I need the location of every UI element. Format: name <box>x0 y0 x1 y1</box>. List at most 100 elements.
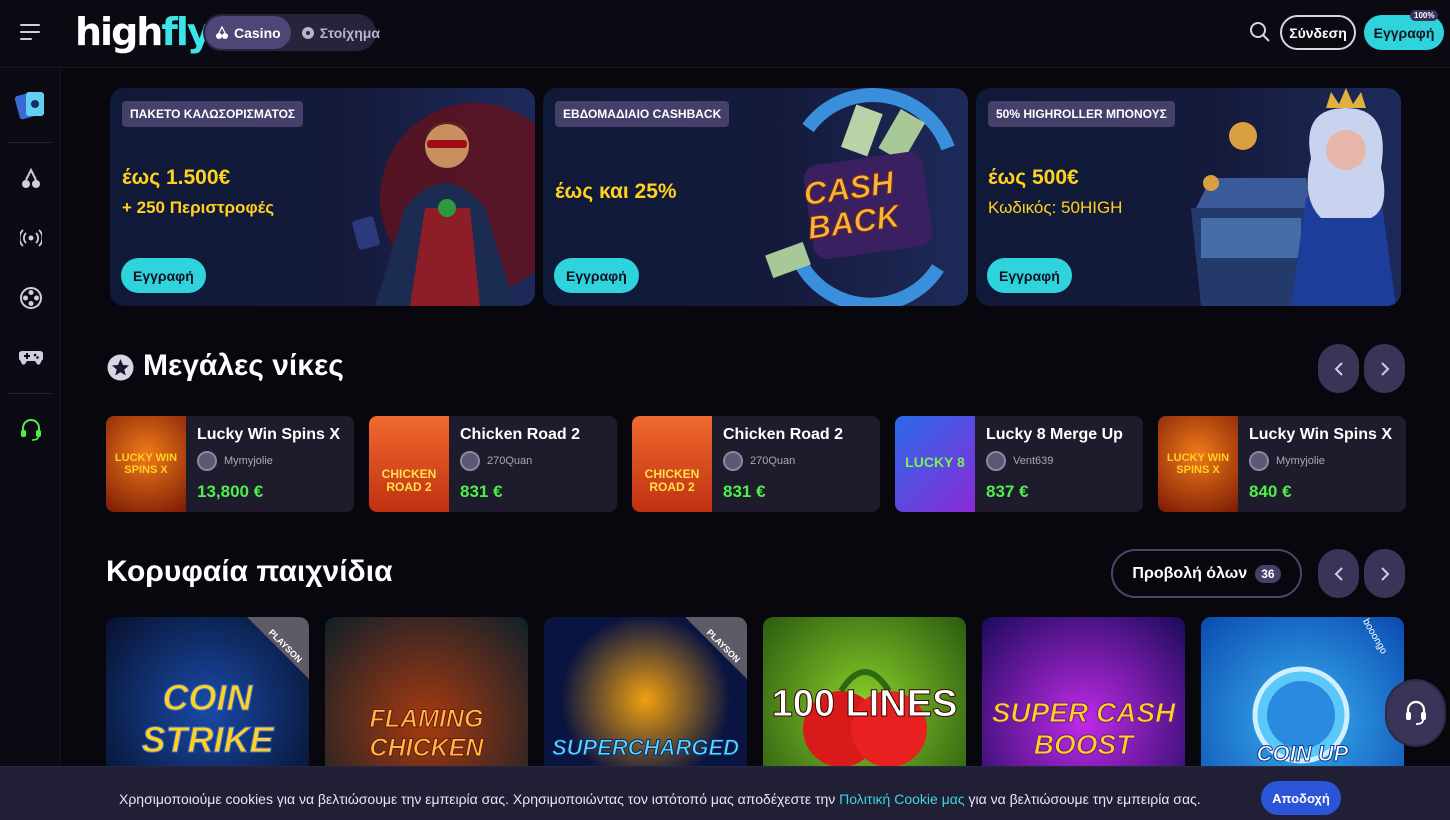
win-game-name: Lucky Win Spins X <box>1249 426 1392 443</box>
casino-tab[interactable]: Casino <box>205 16 291 49</box>
cookie-message: Χρησιμοποιούμε cookies για να βελτιώσουμ… <box>119 791 1201 807</box>
queen-art <box>1191 88 1396 306</box>
big-win-card[interactable]: LUCKY 8 Lucky 8 Merge Up Vent639 837 € <box>895 416 1143 512</box>
promo-welcome[interactable]: ΠΑΚΕΤΟ ΚΑΛΩΣΟΡΙΣΜΑΤΟΣ έως 1.500€ + 250 Π… <box>110 88 535 306</box>
big-wins-title: Μεγάλες νίκες <box>143 349 344 382</box>
promo-register-button[interactable]: Εγγραφή <box>554 258 639 293</box>
win-username: 270Quan <box>487 455 533 467</box>
top-games-prev-button[interactable] <box>1318 549 1359 598</box>
sidebar-item-casino[interactable] <box>0 154 61 204</box>
thumbnail-text: CHICKEN ROAD 2 <box>644 467 700 495</box>
sidebar-divider <box>8 393 53 394</box>
login-button[interactable]: Σύνδεση <box>1280 15 1356 50</box>
view-all-count: 36 <box>1255 564 1281 583</box>
win-user: Vent639 <box>986 451 1053 471</box>
win-amount: 13,800 € <box>197 482 264 501</box>
soccer-ball-icon <box>301 26 314 39</box>
accept-cookies-button[interactable]: Αποδοχή <box>1261 781 1341 815</box>
top-games-next-button[interactable] <box>1364 549 1405 598</box>
win-user: Mymyjolie <box>197 451 273 471</box>
thumbnail-text: LUCKY WIN SPINS X <box>114 452 178 477</box>
thumbnail-text: CHICKEN ROAD 2 <box>381 467 437 495</box>
big-win-card[interactable]: CHICKEN ROAD 2 Chicken Road 2 270Quan 83… <box>632 416 880 512</box>
game-tile-title: SUPER CASH BOOST <box>991 697 1176 761</box>
win-game-name: Chicken Road 2 <box>723 426 844 443</box>
game-tile-supercharged[interactable]: PLAYSON SUPERCHARGED <box>544 617 747 767</box>
sidebar-item-games[interactable] <box>0 332 61 382</box>
superhero-art <box>352 103 535 306</box>
game-thumbnail: LUCKY WIN SPINS X <box>1158 416 1238 512</box>
cards-icon <box>14 92 44 120</box>
menu-icon[interactable] <box>20 24 40 42</box>
big-win-card[interactable]: LUCKY WIN SPINS X Lucky Win Spins X Mymy… <box>106 416 354 512</box>
game-tile-title: FLAMING CHICKEN <box>369 705 484 763</box>
gamepad-icon <box>18 350 43 365</box>
big-wins-next-button[interactable] <box>1364 344 1405 393</box>
win-username: Mymyjolie <box>1276 455 1325 467</box>
avatar <box>986 451 1006 471</box>
game-tile-title: COIN STRIKE <box>141 677 274 761</box>
sidebar-divider <box>8 142 53 143</box>
promo-amount: έως 1.500€ <box>122 166 231 189</box>
promo-register-button[interactable]: Εγγραφή <box>121 258 206 293</box>
view-all-button[interactable]: Προβολή όλων 36 <box>1111 549 1302 598</box>
cashback-art-text: CASH BACK <box>801 164 902 247</box>
mode-switch: Casino Στοίχημα <box>203 14 380 51</box>
logo[interactable]: highfly <box>75 10 212 54</box>
top-bar: highfly Casino Στοίχημα Σύνδεση Εγγραφή … <box>0 0 1450 68</box>
promo-tag: 50% HIGHROLLER ΜΠΟΝΟΥΣ <box>988 101 1175 127</box>
promo-tag: ΕΒΔΟΜΑΔΙΑΙΟ CASHBACK <box>555 101 730 127</box>
avatar <box>723 451 743 471</box>
big-wins-prev-button[interactable] <box>1318 344 1359 393</box>
star-badge-icon <box>107 354 134 381</box>
cherries-icon <box>21 168 40 188</box>
sidebar <box>0 69 61 820</box>
game-tile-title: 100 LINES <box>771 683 958 726</box>
sports-tab[interactable]: Στοίχημα <box>291 16 390 49</box>
big-win-card[interactable]: LUCKY WIN SPINS X Lucky Win Spins X Mymy… <box>1158 416 1406 512</box>
chevron-right-icon <box>1380 566 1389 581</box>
promo-tag: ΠΑΚΕΤΟ ΚΑΛΩΣΟΡΙΣΜΑΤΟΣ <box>122 101 304 127</box>
win-amount: 831 € <box>723 482 766 501</box>
cherries-icon <box>216 25 228 39</box>
casino-label: Casino <box>234 24 281 41</box>
film-reel-icon <box>19 287 42 309</box>
game-tile-title: SUPERCHARGED <box>551 735 740 761</box>
chevron-left-icon <box>1334 361 1343 376</box>
win-amount: 831 € <box>460 482 503 501</box>
promo-register-button[interactable]: Εγγραφή <box>987 258 1072 293</box>
view-all-label: Προβολή όλων <box>1132 564 1248 582</box>
sidebar-item-live[interactable] <box>0 213 61 263</box>
chevron-left-icon <box>1334 566 1343 581</box>
sidebar-item-virtual[interactable] <box>0 273 61 323</box>
game-tile-100-lines[interactable]: 100 LINES <box>763 617 966 767</box>
sidebar-item-promotions[interactable] <box>0 79 61 129</box>
search-icon <box>1250 22 1270 42</box>
search-button[interactable] <box>1249 21 1271 48</box>
game-tile-coin-up[interactable]: booongo COIN UP <box>1201 617 1404 767</box>
game-tile-flaming-chicken[interactable]: FLAMING CHICKEN <box>325 617 528 767</box>
register-bonus-badge: 100% <box>1410 10 1439 21</box>
promo-highroller[interactable]: 50% HIGHROLLER ΜΠΟΝΟΥΣ έως 500€ Κωδικός:… <box>976 88 1401 306</box>
support-chat-button[interactable] <box>1387 681 1444 745</box>
avatar <box>460 451 480 471</box>
win-user: 270Quan <box>723 451 795 471</box>
game-tile-coin-strike[interactable]: PLAYSON COIN STRIKE <box>106 617 309 767</box>
win-game-name: Lucky Win Spins X <box>197 426 340 443</box>
cookie-policy-link[interactable]: Πολιτική Cookie μας <box>839 791 964 807</box>
game-thumbnail: LUCKY WIN SPINS X <box>106 416 186 512</box>
promo-amount: έως 500€ <box>988 166 1079 189</box>
big-win-card[interactable]: CHICKEN ROAD 2 Chicken Road 2 270Quan 83… <box>369 416 617 512</box>
cookie-text-after: για να βελτιώσουμε την εμπειρία σας. <box>964 791 1201 807</box>
headset-icon <box>20 419 41 441</box>
win-game-name: Chicken Road 2 <box>460 426 581 443</box>
sidebar-item-support[interactable] <box>0 405 61 455</box>
promo-cashback[interactable]: CASH BACK ΕΒΔΟΜΑΔΙΑΙΟ CASHBACK έως και 2… <box>543 88 968 306</box>
win-user: Mymyjolie <box>1249 451 1325 471</box>
provider-ribbon <box>247 617 309 679</box>
game-tile-super-cash-boost[interactable]: SUPER CASH BOOST <box>982 617 1185 767</box>
game-tile-title: COIN UP <box>1256 741 1349 767</box>
live-broadcast-icon <box>19 229 42 247</box>
game-thumbnail: LUCKY 8 <box>895 416 975 512</box>
thumbnail-text: LUCKY 8 <box>905 454 965 470</box>
